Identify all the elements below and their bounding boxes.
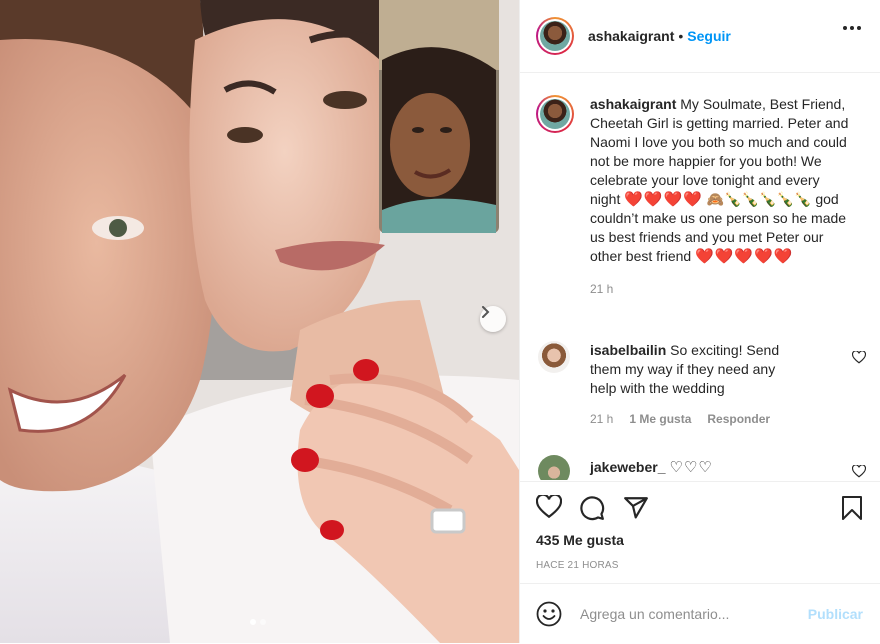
post-header: ashakaigrant • Seguir <box>520 0 880 73</box>
author-username[interactable]: ashakaigrant <box>588 28 674 44</box>
comments-list[interactable]: ashakaigrant My Soulmate, Best Friend, C… <box>520 73 880 480</box>
caption-hearts-2: ❤️❤️❤️❤️❤️ <box>695 248 794 265</box>
comment-item: isabelbailin So exciting! Send them my w… <box>536 341 867 429</box>
post-timestamp: HACE 21 HORAS <box>536 560 619 571</box>
bookmark-icon[interactable] <box>840 495 864 526</box>
carousel-next-button[interactable] <box>480 306 506 332</box>
caption-body: ashakaigrant My Soulmate, Best Friend, C… <box>590 95 852 299</box>
chevron-right-icon <box>482 306 490 318</box>
post-media[interactable] <box>0 0 519 643</box>
comment-likes[interactable]: 1 Me gusta <box>629 410 691 429</box>
caption-emojis: 🙈🍾🍾🍾🍾🍾 <box>706 191 812 207</box>
comment-like-icon[interactable] <box>851 350 867 369</box>
follow-button[interactable]: Seguir <box>687 28 731 44</box>
caption-author-avatar[interactable] <box>536 95 574 133</box>
caption-timestamp: 21 h <box>590 282 614 296</box>
carousel-indicator <box>250 619 266 625</box>
comment-input[interactable] <box>578 605 792 623</box>
post-actions: 435 Me gusta HACE 21 HORAS <box>520 481 880 582</box>
post-photo <box>0 0 519 643</box>
likes-count[interactable]: 435 Me gusta <box>536 532 624 548</box>
reply-button[interactable]: Responder <box>707 410 770 429</box>
carousel-dot-active <box>250 619 256 625</box>
comment-like-icon[interactable] <box>851 464 867 480</box>
comment-body: jakeweber_ ♡♡♡ <box>590 455 804 480</box>
paper-plane-icon[interactable] <box>623 495 649 526</box>
add-comment-bar: Publicar <box>520 583 880 644</box>
separator-dot: • <box>678 28 684 44</box>
commenter-username[interactable]: isabelbailin <box>590 342 666 358</box>
publish-button[interactable]: Publicar <box>808 606 863 622</box>
more-options-icon[interactable] <box>843 26 861 30</box>
comment-timestamp: 21 h <box>590 412 614 426</box>
carousel-dot <box>260 619 266 625</box>
caption-username[interactable]: ashakaigrant <box>590 96 676 112</box>
commenter-avatar[interactable] <box>538 341 570 373</box>
post-caption: ashakaigrant My Soulmate, Best Friend, C… <box>536 95 866 299</box>
post-side-panel: ashakaigrant • Seguir ashakaigrant My So… <box>519 0 880 643</box>
author-avatar[interactable] <box>536 17 574 55</box>
caption-hearts-1: ❤️❤️❤️❤️ <box>624 191 703 208</box>
smiley-icon[interactable] <box>536 601 562 627</box>
comment-bubble-icon[interactable] <box>579 495 605 526</box>
commenter-username[interactable]: jakeweber_ <box>590 459 666 475</box>
comment-item: jakeweber_ ♡♡♡ <box>536 455 867 480</box>
heart-outline-icon[interactable] <box>535 493 563 524</box>
commenter-avatar[interactable] <box>538 455 570 480</box>
comment-meta: 21 h 1 Me gusta Responder <box>590 410 804 429</box>
comment-text: ♡♡♡ <box>669 459 713 476</box>
comment-body: isabelbailin So exciting! Send them my w… <box>590 341 804 429</box>
